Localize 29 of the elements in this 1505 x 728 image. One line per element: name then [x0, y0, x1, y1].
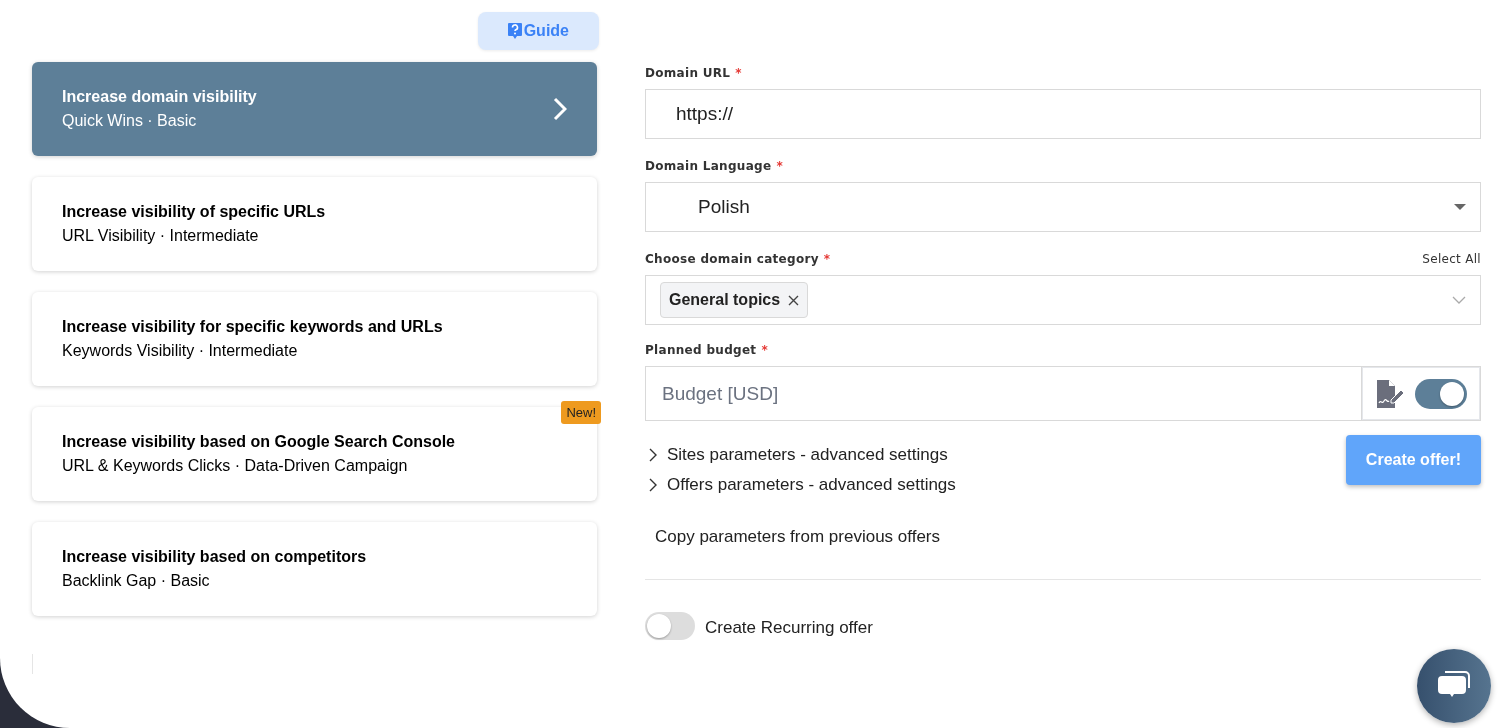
- dropdown-arrow-icon: [1454, 204, 1466, 210]
- field-label: Domain URL *: [645, 66, 742, 80]
- goal-card[interactable]: Increase visibility for specific keywords and URLs Keywords Visibility · Intermediate: [32, 292, 597, 386]
- chevron-down-icon: [1452, 296, 1466, 304]
- recurring-toggle[interactable]: [645, 612, 695, 640]
- advanced-settings-toggle[interactable]: Offers parameters - advanced settings: [645, 475, 960, 495]
- recurring-label: Create Recurring offer: [705, 618, 873, 638]
- close-icon[interactable]: [788, 294, 800, 306]
- new-badge: New!: [561, 401, 601, 424]
- category-tag: General topics: [660, 282, 809, 318]
- advanced-settings-toggle[interactable]: Sites parameters - advanced settings: [645, 445, 960, 465]
- chat-button[interactable]: [1417, 649, 1491, 723]
- field-label: Planned budget *: [645, 343, 768, 357]
- copy-parameters-link[interactable]: Copy parameters from previous offers: [645, 527, 951, 547]
- category-field[interactable]: General topics: [645, 275, 1481, 325]
- chevron-icon: [649, 448, 657, 462]
- budget-input[interactable]: Budget [USD]: [645, 366, 1361, 421]
- goal-card[interactable]: Increase visibility based on competitors Backlink Gap · Basic: [32, 522, 597, 616]
- budget-toggle[interactable]: [1415, 378, 1467, 409]
- domain-url-field[interactable]: https://: [645, 89, 1481, 139]
- help-icon: [507, 23, 522, 39]
- language-dropdown[interactable]: Polish: [645, 182, 1481, 232]
- chevron-icon: [649, 478, 657, 492]
- field-label: Choose domain category *: [645, 252, 831, 266]
- goal-card[interactable]: Increase domain visibility Quick Wins · Basic: [32, 62, 597, 156]
- select-all-link[interactable]: Select All: [1422, 252, 1481, 266]
- goal-card[interactable]: Increase visibility of specific URLs URL Visibility · Intermediate: [32, 177, 597, 271]
- field-label: Domain Language *: [645, 159, 783, 173]
- chevron-right-icon: [553, 97, 567, 121]
